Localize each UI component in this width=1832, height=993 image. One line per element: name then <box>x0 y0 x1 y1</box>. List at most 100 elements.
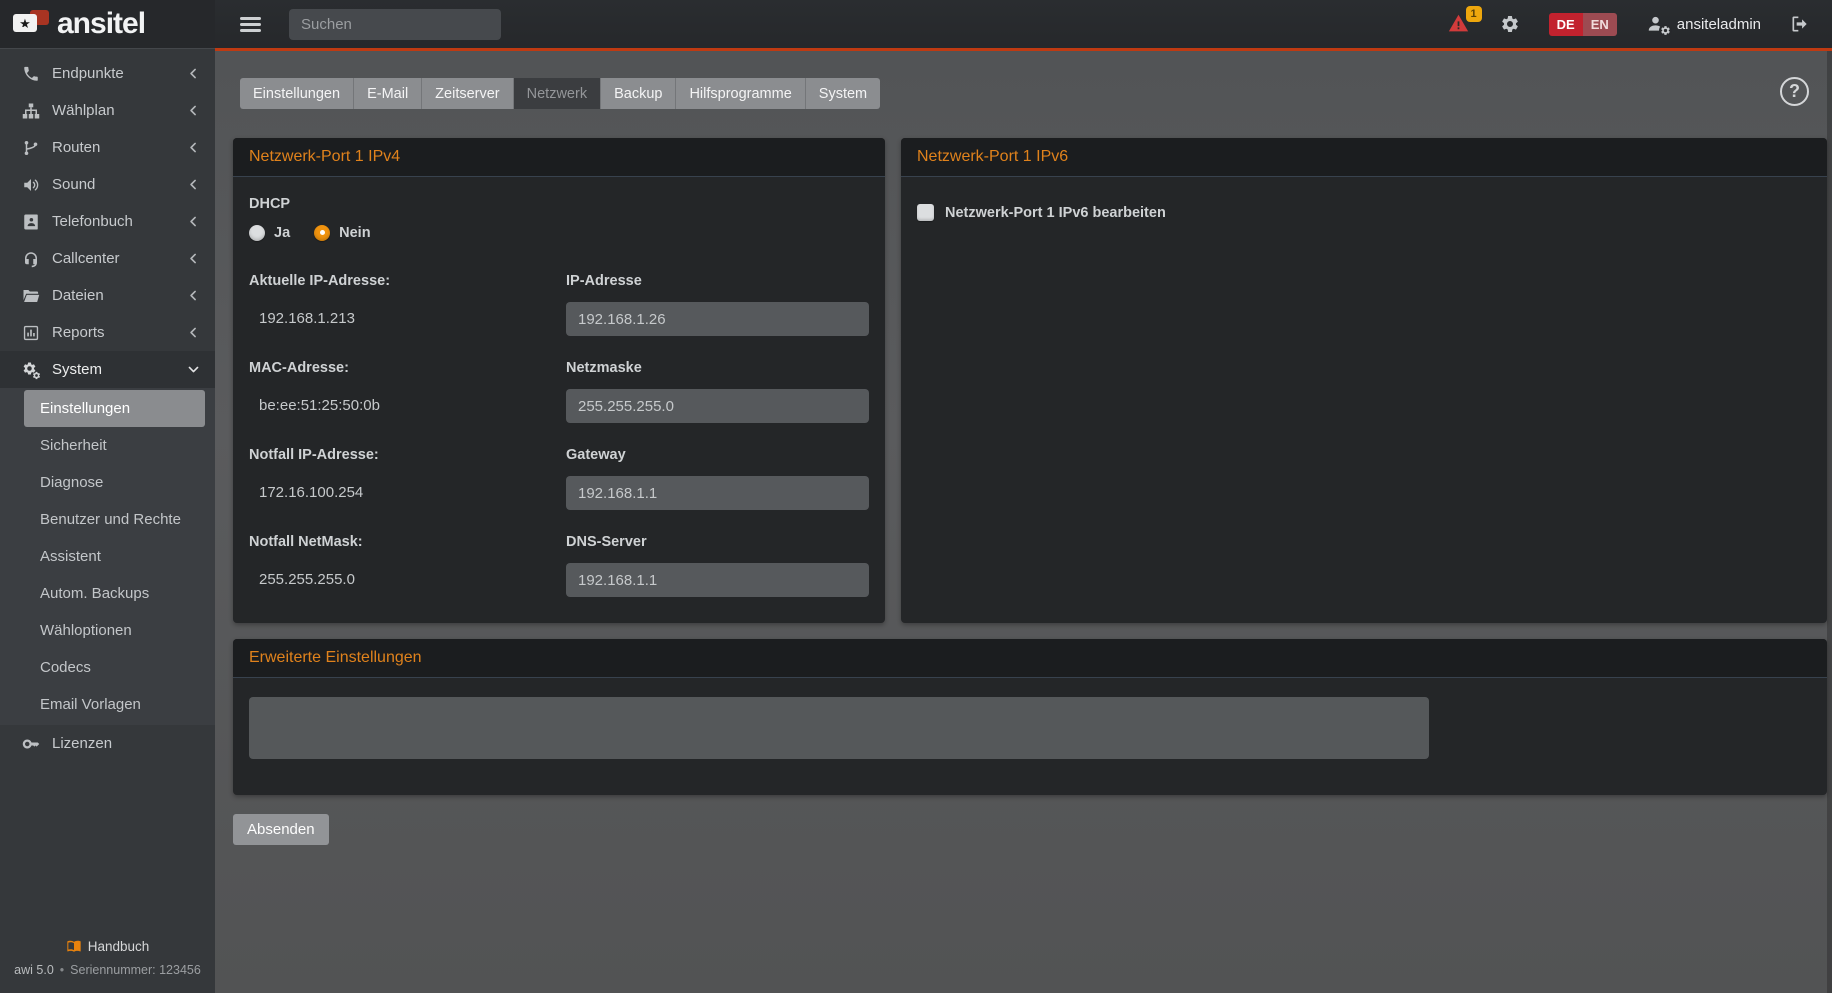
field-mac-adresse: MAC-Adresse: be:ee:51:25:50:0b <box>249 360 552 423</box>
star-icon: ★ <box>13 14 37 32</box>
submenu-item-einstellungen[interactable]: Einstellungen <box>24 390 205 427</box>
submenu-item-email-vorlagen[interactable]: Email Vorlagen <box>0 686 215 723</box>
topbar: 1 DE EN ansiteladmin <box>215 0 1832 48</box>
phone-icon <box>22 65 40 83</box>
logout-icon[interactable] <box>1790 14 1810 34</box>
tab-netzwerk[interactable]: Netzwerk <box>514 78 601 109</box>
hamburger-menu-icon[interactable] <box>240 17 261 32</box>
system-submenu: Einstellungen Sicherheit Diagnose Benutz… <box>0 388 215 725</box>
chevron-left-icon <box>187 326 200 339</box>
search-input[interactable] <box>289 9 501 40</box>
sidebar-item-sound[interactable]: Sound <box>0 166 215 203</box>
sidebar: ★ ansitel Endpunkte Wählplan Routen Soun… <box>0 0 215 993</box>
notfall-ip-value: 172.16.100.254 <box>249 476 552 510</box>
headset-icon <box>22 250 40 268</box>
field-gateway: Gateway <box>566 447 869 510</box>
field-netzmaske: Netzmaske <box>566 360 869 423</box>
sidebar-item-dateien[interactable]: Dateien <box>0 277 215 314</box>
sidebar-menu: Endpunkte Wählplan Routen Sound Telefonb… <box>0 49 215 938</box>
dns-server-input[interactable] <box>566 563 869 597</box>
chevron-left-icon <box>187 215 200 228</box>
sidebar-item-telefonbuch[interactable]: Telefonbuch <box>0 203 215 240</box>
chevron-down-icon <box>187 363 200 376</box>
advanced-settings-textarea[interactable] <box>249 697 1429 759</box>
chart-bar-icon <box>22 324 40 342</box>
lang-en-button[interactable]: EN <box>1583 13 1617 36</box>
dhcp-radio-group: Ja Nein <box>249 225 869 241</box>
checkbox-unchecked-icon <box>917 204 934 221</box>
sidebar-item-system[interactable]: System <box>0 351 215 388</box>
field-ip-adresse: IP-Adresse <box>566 273 869 336</box>
volume-icon <box>22 176 40 194</box>
alerts-button[interactable]: 1 <box>1447 13 1471 35</box>
tab-zeitserver[interactable]: Zeitserver <box>422 78 513 109</box>
sidebar-item-callcenter[interactable]: Callcenter <box>0 240 215 277</box>
help-icon[interactable]: ? <box>1780 77 1809 106</box>
tab-system[interactable]: System <box>806 78 880 109</box>
gears-icon <box>22 361 40 379</box>
topbar-actions: 1 DE EN ansiteladmin <box>1447 13 1810 36</box>
submenu-item-waehloptionen[interactable]: Wähloptionen <box>0 612 215 649</box>
sidebar-item-endpunkte[interactable]: Endpunkte <box>0 55 215 92</box>
user-menu[interactable]: ansiteladmin <box>1646 14 1761 34</box>
radio-unchecked-icon <box>249 225 265 241</box>
submenu-item-diagnose[interactable]: Diagnose <box>0 464 215 501</box>
sidebar-item-lizenzen[interactable]: Lizenzen <box>0 725 215 762</box>
ipv6-panel-title: Netzwerk-Port 1 IPv6 <box>901 138 1827 177</box>
advanced-panel-title: Erweiterte Einstellungen <box>233 639 1827 678</box>
chevron-left-icon <box>187 141 200 154</box>
tab-email[interactable]: E-Mail <box>354 78 422 109</box>
settings-tabs: Einstellungen E-Mail Zeitserver Netzwerk… <box>240 78 880 109</box>
chevron-left-icon <box>187 178 200 191</box>
brand-name: ansitel <box>57 9 145 39</box>
chevron-left-icon <box>187 67 200 80</box>
key-icon <box>22 735 40 753</box>
submenu-item-benutzer-und-rechte[interactable]: Benutzer und Rechte <box>0 501 215 538</box>
chevron-left-icon <box>187 289 200 302</box>
handbuch-link[interactable]: Handbuch <box>66 938 150 954</box>
netzmaske-input[interactable] <box>566 389 869 423</box>
folder-open-icon <box>22 287 40 305</box>
brand-logo[interactable]: ★ ansitel <box>0 0 215 49</box>
field-notfall-ip: Notfall IP-Adresse: 172.16.100.254 <box>249 447 552 510</box>
submenu-item-sicherheit[interactable]: Sicherheit <box>0 427 215 464</box>
user-gear-icon <box>1646 14 1668 34</box>
sidebar-item-routen[interactable]: Routen <box>0 129 215 166</box>
tab-hilfsprogramme[interactable]: Hilfsprogramme <box>676 78 805 109</box>
ipv6-edit-checkbox[interactable]: Netzwerk-Port 1 IPv6 bearbeiten <box>917 204 1811 221</box>
address-book-icon <box>22 213 40 231</box>
submenu-item-autom-backups[interactable]: Autom. Backups <box>0 575 215 612</box>
tab-backup[interactable]: Backup <box>601 78 676 109</box>
sitemap-icon <box>22 102 40 120</box>
accent-divider <box>215 48 1832 51</box>
lang-de-button[interactable]: DE <box>1549 13 1583 36</box>
dhcp-radio-ja[interactable]: Ja <box>249 225 290 241</box>
settings-gear-icon[interactable] <box>1500 14 1520 34</box>
gateway-input[interactable] <box>566 476 869 510</box>
submenu-item-assistent[interactable]: Assistent <box>0 538 215 575</box>
submenu-item-codecs[interactable]: Codecs <box>0 649 215 686</box>
brand-logo-icon: ★ <box>13 9 49 39</box>
language-switch: DE EN <box>1549 13 1617 36</box>
route-branch-icon <box>22 139 40 157</box>
sidebar-item-waehlplan[interactable]: Wählplan <box>0 92 215 129</box>
tab-einstellungen[interactable]: Einstellungen <box>240 78 354 109</box>
dhcp-radio-nein[interactable]: Nein <box>314 225 370 241</box>
book-icon <box>66 938 82 954</box>
scrollbar[interactable] <box>1827 51 1832 993</box>
chevron-left-icon <box>187 252 200 265</box>
sidebar-footer: Handbuch awi 5.0•Seriennummer: 123456 <box>0 938 215 993</box>
submit-button[interactable]: Absenden <box>233 814 329 845</box>
field-dns-server: DNS-Server <box>566 534 869 597</box>
radio-checked-icon <box>314 225 330 241</box>
field-notfall-netmask: Notfall NetMask: 255.255.255.0 <box>249 534 552 597</box>
main-content: Einstellungen E-Mail Zeitserver Netzwerk… <box>215 51 1832 993</box>
dhcp-label: DHCP <box>249 196 869 212</box>
ip-adresse-input[interactable] <box>566 302 869 336</box>
ipv4-panel: Netzwerk-Port 1 IPv4 DHCP Ja Nein Aktuel <box>233 138 885 623</box>
alert-count-badge: 1 <box>1466 6 1482 22</box>
advanced-settings-panel: Erweiterte Einstellungen <box>233 639 1827 795</box>
field-aktuelle-ip: Aktuelle IP-Adresse: 192.168.1.213 <box>249 273 552 336</box>
sidebar-item-reports[interactable]: Reports <box>0 314 215 351</box>
network-panels: Netzwerk-Port 1 IPv4 DHCP Ja Nein Aktuel <box>233 138 1827 623</box>
